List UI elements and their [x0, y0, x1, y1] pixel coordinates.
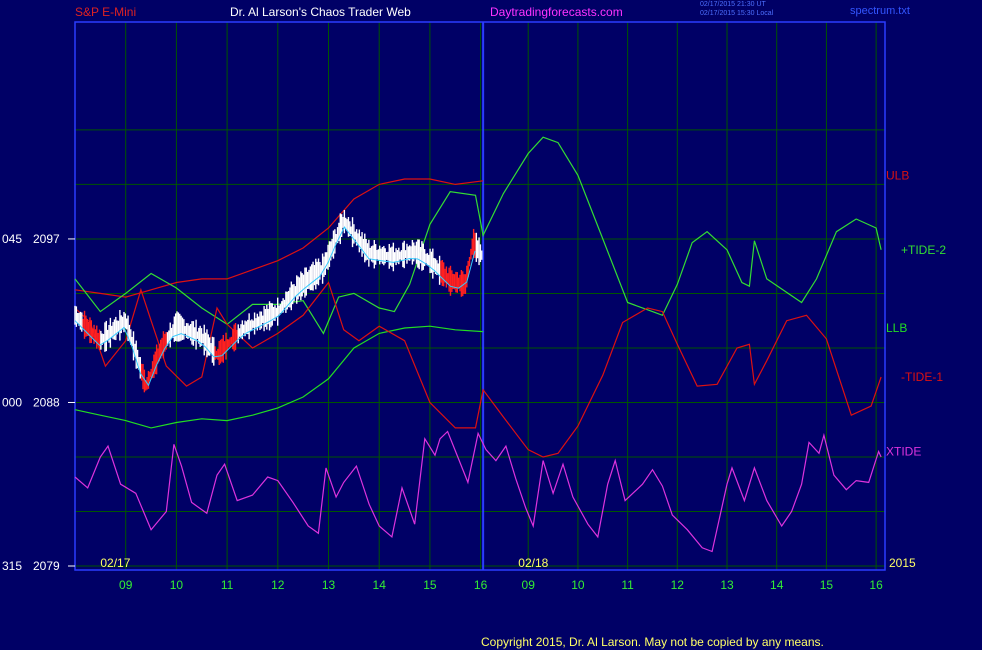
x-tick-label: 13 [322, 578, 336, 592]
y-price-label: 2088 [33, 395, 60, 409]
x-tick-label: 10 [571, 578, 585, 592]
series-line-tide2 [74, 136, 882, 335]
date-label: 02/17 [100, 556, 130, 570]
x-tick-label: 11 [221, 578, 234, 592]
y-price-label: 2097 [33, 232, 60, 246]
chaos-chart: ULB LLB +TIDE-2 -TIDE-1 XTIDE 045 2097 000 2088 3… [2, 21, 946, 592]
y-left-label: 000 [2, 395, 22, 409]
y-left-label: 045 [2, 232, 22, 246]
date-label: 02/18 [518, 556, 548, 570]
x-tick-label: 14 [373, 578, 387, 592]
series-label: -TIDE-1 [901, 370, 943, 384]
series-label: LLB [886, 321, 907, 335]
grid [74, 21, 886, 571]
series-label: ULB [886, 168, 909, 182]
series-label: XTIDE [886, 445, 921, 459]
x-tick-label: 10 [170, 578, 184, 592]
x-tick-label: 09 [119, 578, 133, 592]
x-tick-label: 16 [474, 578, 488, 592]
x-tick-label: 11 [621, 578, 634, 592]
series-line-xtide [74, 430, 882, 553]
year-label: 2015 [889, 556, 916, 570]
x-tick-label: 12 [671, 578, 685, 592]
x-tick-label: 09 [522, 578, 536, 592]
series-line-ulb [74, 178, 484, 298]
x-tick-label: 14 [770, 578, 784, 592]
x-tick-label: 15 [820, 578, 834, 592]
y-price-label: 2079 [33, 559, 60, 573]
series-label: +TIDE-2 [901, 243, 946, 257]
x-tick-label: 15 [423, 578, 437, 592]
x-tick-label: 13 [720, 578, 734, 592]
y-left-label: 315 [2, 559, 22, 573]
x-tick-label: 16 [869, 578, 883, 592]
series-line-tide1 [74, 281, 882, 458]
plot-border [74, 21, 886, 571]
price-bars [74, 209, 483, 393]
x-tick-label: 12 [271, 578, 285, 592]
